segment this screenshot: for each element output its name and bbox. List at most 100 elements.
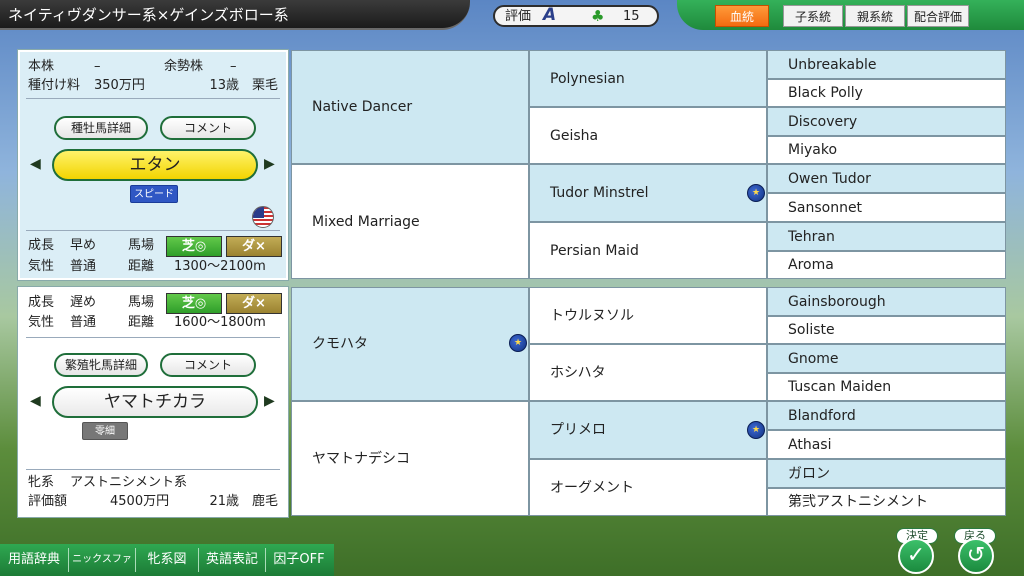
- growth-label: 成長: [28, 295, 55, 310]
- divider: [26, 98, 280, 99]
- pedigree-cell-gen3[interactable]: Gainsborough: [767, 287, 1006, 316]
- tab-breeding-rating[interactable]: 配合評価: [907, 5, 969, 27]
- divider: [26, 469, 280, 470]
- pedigree-cell-gen2[interactable]: オーグメント: [529, 459, 767, 516]
- tab-pedigree[interactable]: 血統: [715, 5, 769, 27]
- pedigree-cell-gen3[interactable]: Gnome: [767, 344, 1006, 373]
- turf-aptitude-badge: 芝◎: [166, 293, 222, 314]
- pedigree-cell-gen2[interactable]: Persian Maid: [529, 222, 767, 279]
- dam-temper-row: 気性 普通 距離 1600〜1800m: [28, 313, 278, 333]
- pedigree-cell-gen3[interactable]: Blandford: [767, 401, 1006, 430]
- rating-label: 評価: [505, 9, 532, 24]
- pedigree-cell-gen3[interactable]: ガロン: [767, 459, 1006, 488]
- distance-label: 距離: [128, 315, 155, 330]
- us-flag-icon: [252, 206, 274, 228]
- english-notation-button[interactable]: 英語表記: [199, 544, 265, 576]
- turf-aptitude-badge: 芝◎: [166, 236, 222, 257]
- growth-label: 成長: [28, 238, 55, 253]
- value-amount: 4500万円: [110, 494, 170, 509]
- line-label: 牝系: [28, 475, 55, 490]
- factor-icon: ★: [747, 184, 765, 202]
- factor-off-button[interactable]: 因子OFF: [266, 544, 332, 576]
- pedigree-cell-gen2[interactable]: トウルヌソル: [529, 287, 767, 344]
- pedigree-cell-gen3[interactable]: Owen Tudor: [767, 164, 1006, 193]
- next-sire-arrow-icon[interactable]: ▶: [264, 156, 275, 172]
- divider: [26, 230, 280, 231]
- prev-dam-arrow-icon[interactable]: ◀: [30, 393, 41, 409]
- top-bar: ネイティヴダンサー系×ゲインズボロー系 評価 A ♣ 15 血統 子系統 親系統…: [0, 0, 1024, 30]
- yoseikabu-label: 余勢株: [164, 59, 204, 74]
- growth-value: 早め: [70, 238, 97, 253]
- pedigree-cell-gen1[interactable]: ヤマトナデシコ: [291, 401, 529, 516]
- distance-value: 1600〜1800m: [174, 315, 266, 330]
- sire-name[interactable]: エタン: [52, 149, 258, 181]
- factor-icon: ★: [509, 334, 527, 352]
- honkabu-label: 本株: [28, 59, 55, 74]
- temper-label: 気性: [28, 259, 55, 274]
- nicks-file-button[interactable]: ニックスファイル: [69, 544, 135, 576]
- pedigree-cell-gen1[interactable]: Native Dancer: [291, 50, 529, 164]
- dam-line-row: 牝系 アストニシメント系: [28, 473, 278, 493]
- growth-value: 遅め: [70, 295, 97, 310]
- dam-name[interactable]: ヤマトチカラ: [52, 386, 258, 418]
- distance-label: 距離: [128, 259, 155, 274]
- pedigree-cell-gen2[interactable]: プリメロ: [529, 401, 767, 459]
- tab-bar: 血統 子系統 親系統 配合評価: [677, 0, 1024, 30]
- female-line-chart-button[interactable]: 牝系図: [136, 544, 198, 576]
- track-label: 馬場: [128, 238, 155, 253]
- pedigree-cell-gen3[interactable]: Black Polly: [767, 79, 1006, 107]
- tab-sub-lineage[interactable]: 子系統: [783, 5, 843, 27]
- next-dam-arrow-icon[interactable]: ▶: [264, 393, 275, 409]
- back-arrow-icon[interactable]: ↺: [958, 538, 994, 574]
- rating-grade: A: [543, 5, 557, 25]
- sire-panel: 本株 – 余勢株 – 種付け料 350万円 13歳 栗毛 種牡馬詳細 コメント …: [17, 49, 289, 281]
- pedigree-cell-gen2[interactable]: Tudor Minstrel: [529, 164, 767, 222]
- pedigree-cell-gen2[interactable]: Polynesian: [529, 50, 767, 107]
- factor-icon: ★: [747, 421, 765, 439]
- clover-count: 15: [623, 9, 640, 24]
- pedigree-cell-gen3[interactable]: Tuscan Maiden: [767, 373, 1006, 401]
- temper-value: 普通: [70, 315, 97, 330]
- value-label: 評価額: [28, 494, 68, 509]
- dirt-aptitude-badge: ダ×: [226, 293, 282, 314]
- pedigree-cell-gen2[interactable]: ホシハタ: [529, 344, 767, 401]
- distance-value: 1300〜2100m: [174, 259, 266, 274]
- pedigree-cell-gen3[interactable]: Unbreakable: [767, 50, 1006, 79]
- dam-value-row: 評価額 4500万円 21歳 鹿毛: [28, 492, 278, 512]
- dam-comment-button[interactable]: コメント: [160, 353, 256, 377]
- confirm-check-icon[interactable]: ✓: [898, 538, 934, 574]
- pedigree-cell-gen1[interactable]: クモハタ: [291, 287, 529, 401]
- pedigree-cell-gen3[interactable]: Athasi: [767, 430, 1006, 459]
- fee-value: 350万円: [94, 78, 145, 93]
- sire-age-coat: 13歳 栗毛: [209, 78, 278, 93]
- pedigree-cell-gen3[interactable]: 第弐アストニシメント: [767, 488, 1006, 516]
- line-value: アストニシメント系: [70, 475, 188, 490]
- pedigree-cell-gen3[interactable]: Discovery: [767, 107, 1006, 136]
- pedigree-table: Native Dancer Mixed Marriage クモハタ ヤマトナデシ…: [291, 50, 1006, 516]
- clover-icon: ♣: [591, 7, 605, 25]
- sire-detail-button[interactable]: 種牡馬詳細: [54, 116, 148, 140]
- honkabu-value: –: [94, 59, 101, 74]
- pedigree-cell-gen3[interactable]: Tehran: [767, 222, 1006, 251]
- yoseikabu-value: –: [230, 59, 237, 74]
- divider: [26, 337, 280, 338]
- track-label: 馬場: [128, 295, 155, 310]
- prev-sire-arrow-icon[interactable]: ◀: [30, 156, 41, 172]
- glossary-button[interactable]: 用語辞典: [0, 544, 68, 576]
- temper-label: 気性: [28, 315, 55, 330]
- pedigree-cell-gen3[interactable]: Soliste: [767, 316, 1006, 344]
- page-title: ネイティヴダンサー系×ゲインズボロー系: [0, 0, 470, 30]
- dam-detail-button[interactable]: 繁殖牝馬詳細: [54, 353, 148, 377]
- sire-trait-tag: スピード: [130, 185, 178, 203]
- sire-comment-button[interactable]: コメント: [160, 116, 256, 140]
- pedigree-cell-gen1[interactable]: Mixed Marriage: [291, 164, 529, 279]
- pedigree-cell-gen2[interactable]: Geisha: [529, 107, 767, 164]
- bottom-menu-bar: 用語辞典 ニックスファイル 牝系図 英語表記 因子OFF: [0, 544, 334, 576]
- pedigree-cell-gen3[interactable]: Aroma: [767, 251, 1006, 279]
- sire-fee-row: 種付け料 350万円 13歳 栗毛: [28, 76, 278, 96]
- pedigree-cell-gen3[interactable]: Sansonnet: [767, 193, 1006, 222]
- pedigree-cell-gen3[interactable]: Miyako: [767, 136, 1006, 164]
- temper-value: 普通: [70, 259, 97, 274]
- rating-display: 評価 A ♣ 15: [493, 5, 659, 27]
- tab-parent-lineage[interactable]: 親系統: [845, 5, 905, 27]
